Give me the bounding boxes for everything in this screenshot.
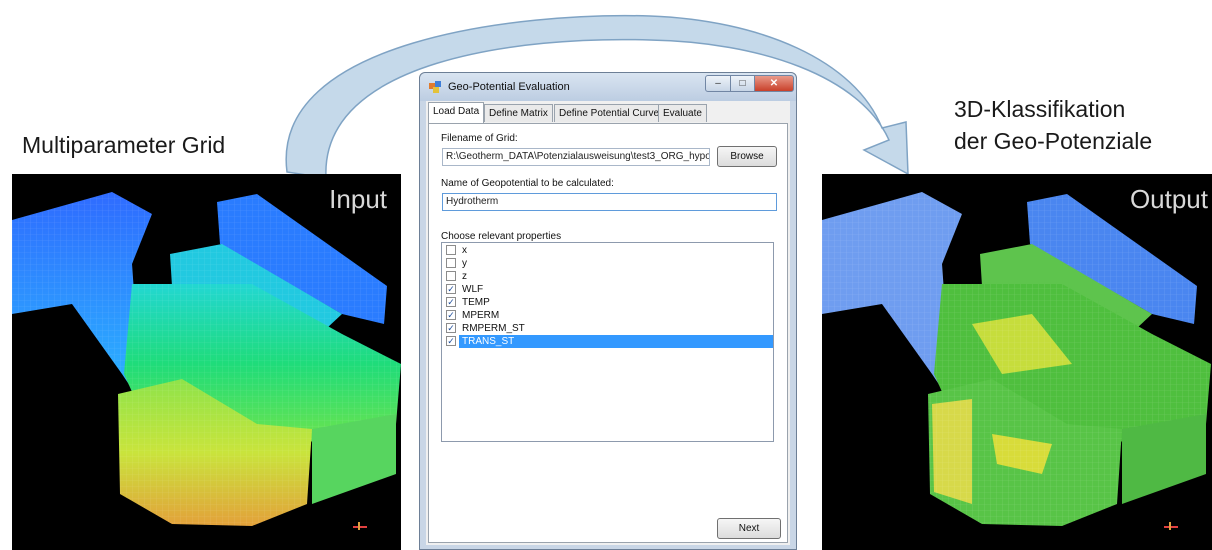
next-button[interactable]: Next — [717, 518, 781, 539]
tab-define-potential-curves[interactable]: Define Potential Curves — [554, 104, 670, 122]
property-item[interactable]: z — [442, 270, 773, 283]
geopotential-name-field[interactable]: Hydrotherm — [442, 193, 777, 211]
input-3d-grid-image — [12, 192, 401, 526]
maximize-button[interactable]: □ — [730, 75, 755, 92]
output-3d-grid-image — [822, 192, 1211, 526]
property-label: WLF — [462, 284, 484, 295]
axis-triad-icon — [1164, 522, 1178, 530]
close-button[interactable]: ✕ — [754, 75, 794, 92]
axis-triad-icon — [353, 522, 367, 530]
output-render-panel: Output — [822, 174, 1212, 550]
property-item[interactable]: ✓ MPERM — [442, 309, 773, 322]
geo-potential-evaluation-window: Geo-Potential Evaluation – □ ✕ Load Data… — [419, 72, 797, 550]
property-checkbox[interactable]: ✓ — [446, 323, 456, 333]
property-checkbox[interactable] — [446, 258, 456, 268]
browse-button[interactable]: Browse — [717, 146, 777, 167]
output-label: Output — [1129, 184, 1208, 214]
geopotential-name-label: Name of Geopotential to be calculated: — [441, 178, 614, 189]
filename-field[interactable]: R:\Geotherm_DATA\Potenzialausweisung\tes… — [442, 148, 710, 166]
property-checkbox[interactable] — [446, 271, 456, 281]
property-item[interactable]: x — [442, 244, 773, 257]
property-label: MPERM — [462, 310, 500, 321]
property-item-selected[interactable]: ✓ TRANS_ST — [442, 335, 773, 348]
caption-multiparameter-grid: Multiparameter Grid — [22, 132, 226, 158]
properties-label: Choose relevant properties — [441, 231, 562, 242]
app-icon — [429, 81, 441, 93]
property-label: TRANS_ST — [459, 335, 773, 348]
caption-3d-classification-line2: der Geo-Potenziale — [954, 128, 1153, 154]
property-label: y — [462, 258, 467, 269]
tab-define-matrix[interactable]: Define Matrix — [484, 104, 553, 122]
tab-evaluate[interactable]: Evaluate — [658, 104, 707, 122]
caption-3d-classification-line1: 3D-Klassifikation — [954, 96, 1126, 122]
window-titlebar[interactable]: Geo-Potential Evaluation – □ ✕ — [420, 73, 796, 101]
input-label: Input — [329, 184, 387, 214]
window-title: Geo-Potential Evaluation — [448, 81, 570, 93]
minimize-button[interactable]: – — [705, 75, 731, 92]
tab-load-data[interactable]: Load Data — [428, 102, 485, 123]
input-render-panel: Input — [12, 174, 401, 550]
property-checkbox[interactable]: ✓ — [446, 297, 456, 307]
window-client-area: Load Data Define Matrix Define Potential… — [426, 101, 790, 545]
property-label: z — [462, 271, 467, 282]
property-item[interactable]: ✓ TEMP — [442, 296, 773, 309]
properties-listbox[interactable]: x y z ✓ WLF ✓ TEMP ✓ MPERM ✓ RMPERM_ST ✓ TRAN… — [441, 242, 774, 442]
property-item[interactable]: y — [442, 257, 773, 270]
property-label: x — [462, 245, 467, 256]
property-checkbox[interactable]: ✓ — [446, 336, 456, 346]
property-checkbox[interactable]: ✓ — [446, 310, 456, 320]
property-checkbox[interactable] — [446, 245, 456, 255]
property-item[interactable]: ✓ WLF — [442, 283, 773, 296]
property-label: TEMP — [462, 297, 490, 308]
filename-label: Filename of Grid: — [441, 133, 518, 144]
property-label: RMPERM_ST — [462, 323, 525, 334]
property-checkbox[interactable]: ✓ — [446, 284, 456, 294]
property-item[interactable]: ✓ RMPERM_ST — [442, 322, 773, 335]
